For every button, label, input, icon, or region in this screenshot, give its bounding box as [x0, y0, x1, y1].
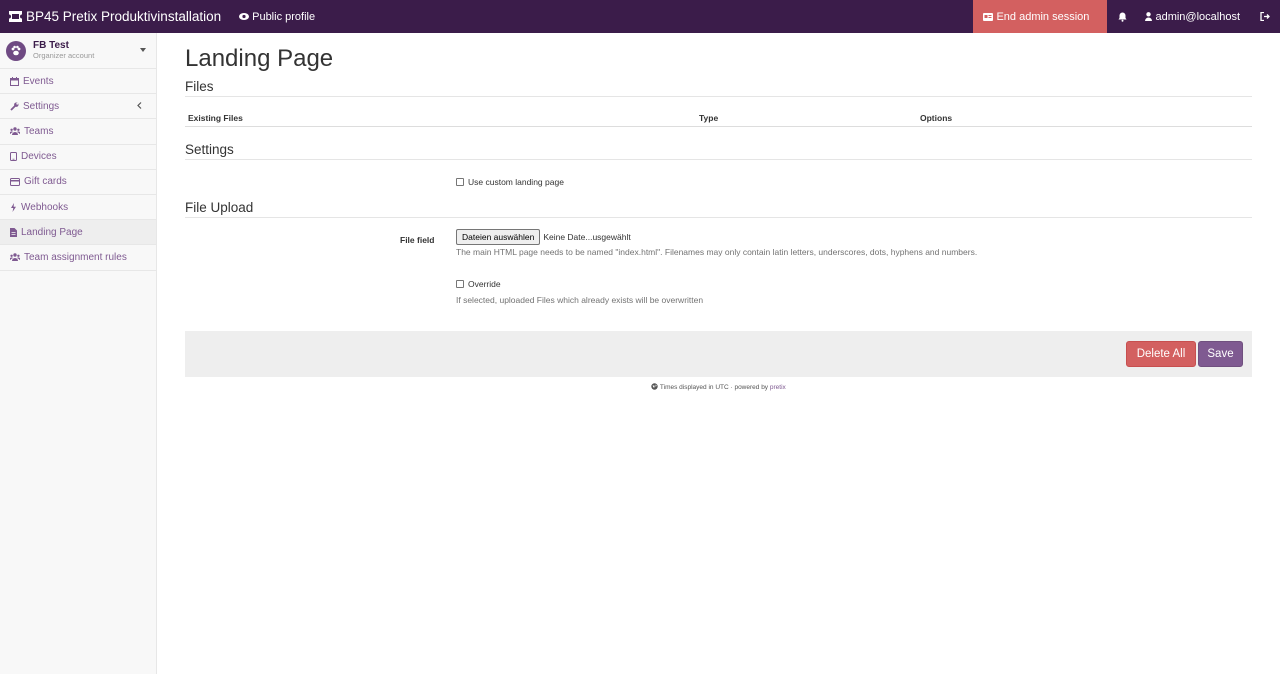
- sidebar-item-label: Devices: [21, 151, 57, 163]
- sidebar-item-label: Team assignment rules: [24, 251, 127, 263]
- calendar-icon: [10, 76, 19, 86]
- end-admin-session-button[interactable]: End admin session: [973, 0, 1108, 33]
- brand-title: BP45 Pretix Produktivinstallation: [26, 9, 222, 24]
- footer: Times displayed in UTC · powered by pret…: [185, 383, 1252, 391]
- user-menu[interactable]: admin@localhost: [1137, 0, 1250, 33]
- credit-card-icon: [10, 177, 20, 186]
- sidebar-item-label: Events: [23, 75, 54, 87]
- override-checkbox[interactable]: Override: [456, 279, 501, 289]
- sidebar-item-webhooks[interactable]: Webhooks: [0, 195, 156, 221]
- column-options: Options: [920, 113, 953, 123]
- page-title: Landing Page: [185, 45, 334, 72]
- group-icon: [10, 253, 20, 262]
- override-label: Override: [468, 279, 501, 289]
- no-file-selected-text: Keine Date...usgewählt: [543, 232, 631, 242]
- delete-all-button[interactable]: Delete All: [1126, 341, 1196, 367]
- caret-down-icon: [140, 48, 146, 52]
- file-help-text: The main HTML page needs to be named "in…: [456, 247, 978, 257]
- main-content: Landing Page Files Existing Files Type O…: [185, 33, 1252, 391]
- file-field-input[interactable]: Dateien auswählen Keine Date...usgewählt: [456, 229, 631, 245]
- organizer-name: FB Test: [33, 40, 69, 51]
- notifications-button[interactable]: [1107, 0, 1137, 33]
- footer-text: Times displayed in UTC · powered by: [659, 384, 770, 391]
- checkbox-box[interactable]: [456, 178, 464, 186]
- sidebar-item-label: Settings: [23, 100, 60, 112]
- save-button[interactable]: Save: [1198, 341, 1243, 367]
- user-icon: [1145, 12, 1153, 21]
- form-actions: Delete All Save: [185, 331, 1252, 377]
- use-custom-label: Use custom landing page: [468, 177, 564, 187]
- ticket-icon: [9, 10, 22, 23]
- logout-button[interactable]: [1250, 0, 1280, 33]
- group-icon: [10, 127, 20, 136]
- sidebar-item-devices[interactable]: Devices: [0, 145, 156, 170]
- file-upload-section-title: File Upload: [185, 200, 1252, 218]
- pretix-link[interactable]: pretix: [770, 384, 786, 391]
- topbar-right: End admin session admin@localhost: [973, 0, 1280, 33]
- sidebar-item-events[interactable]: Events: [0, 69, 156, 95]
- globe-icon: [651, 383, 658, 390]
- choose-files-button[interactable]: Dateien auswählen: [456, 229, 541, 245]
- sidebar-item-settings[interactable]: Settings: [0, 94, 156, 120]
- chevron-left-icon: [137, 102, 142, 110]
- sidebar-item-label: Webhooks: [21, 201, 69, 213]
- public-profile-link[interactable]: Public profile: [239, 11, 315, 23]
- use-custom-landing-page-checkbox[interactable]: Use custom landing page: [456, 177, 564, 187]
- id-card-icon: [983, 12, 994, 21]
- sidebar-item-label: Teams: [24, 125, 54, 137]
- organizer-switcher[interactable]: FB Test Organizer account: [0, 33, 156, 69]
- paw-icon: [6, 40, 26, 61]
- sidebar-item-team-assignment-rules[interactable]: Team assignment rules: [0, 245, 156, 271]
- sidebar-item-label: Landing Page: [21, 226, 83, 238]
- user-name: admin@localhost: [1155, 10, 1240, 23]
- sidebar-item-label: Gift cards: [24, 176, 67, 188]
- override-help-text: If selected, uploaded Files which alread…: [456, 295, 704, 305]
- settings-section-title: Settings: [185, 142, 1252, 160]
- files-table-header: Existing Files Type Options: [185, 111, 1252, 127]
- files-section-title: Files: [185, 79, 1252, 97]
- sidebar-item-landing-page[interactable]: Landing Page: [0, 220, 156, 246]
- sidebar: FB Test Organizer account Events Setting…: [0, 33, 157, 674]
- file-field-label: File field: [400, 235, 435, 245]
- tablet-icon: [10, 152, 17, 162]
- column-type: Type: [699, 113, 719, 123]
- top-navbar: BP45 Pretix Produktivinstallation Public…: [0, 0, 1280, 33]
- bell-icon: [1118, 12, 1127, 22]
- column-existing-files: Existing Files: [188, 113, 243, 123]
- end-admin-label: End admin session: [996, 10, 1090, 23]
- checkbox-box[interactable]: [456, 280, 464, 288]
- sign-out-icon: [1260, 12, 1270, 21]
- wrench-icon: [10, 102, 19, 111]
- bolt-icon: [11, 202, 16, 212]
- brand-link[interactable]: BP45 Pretix Produktivinstallation: [0, 0, 221, 33]
- public-profile-label: Public profile: [252, 10, 316, 23]
- file-icon: [10, 227, 17, 237]
- sidebar-item-teams[interactable]: Teams: [0, 119, 156, 145]
- sidebar-item-gift-cards[interactable]: Gift cards: [0, 170, 156, 195]
- eye-icon: [239, 13, 250, 20]
- organizer-subtitle: Organizer account: [33, 51, 95, 60]
